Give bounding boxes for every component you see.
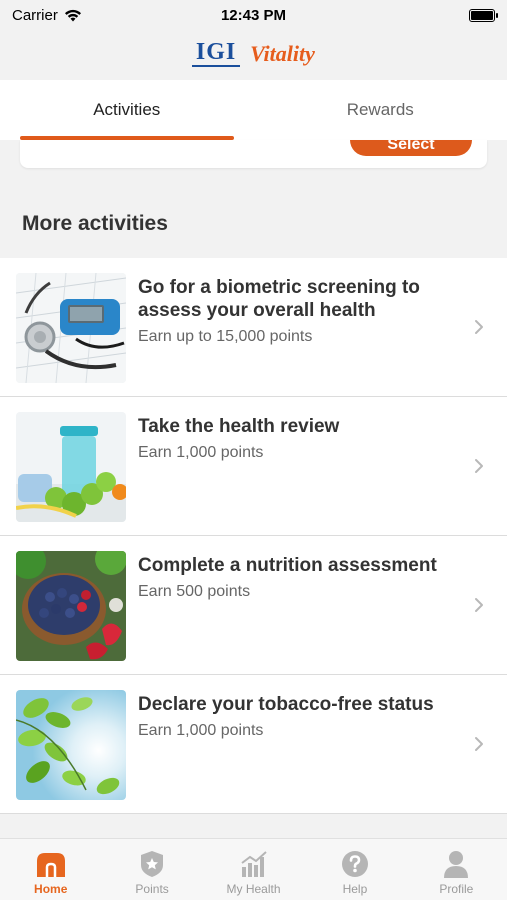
profile-icon <box>439 848 473 880</box>
tab-activities[interactable]: Activities <box>0 80 254 140</box>
bar-chart-icon <box>237 848 271 880</box>
shaker-dumbbells-image <box>16 412 126 522</box>
status-bar: Carrier 12:43 PM <box>0 0 507 30</box>
green-leaves-sun-image <box>16 690 126 800</box>
select-button[interactable]: Select <box>350 140 472 156</box>
activity-item-health-review[interactable]: Take the health review Earn 1,000 points <box>0 397 507 536</box>
carrier-label: Carrier <box>12 6 58 24</box>
vitality-logo: Vitality <box>250 41 315 66</box>
nav-profile[interactable]: Profile <box>406 839 507 900</box>
activity-item-tobacco-free[interactable]: Declare your tobacco-free status Earn 1,… <box>0 675 507 814</box>
points-badge-icon <box>135 848 169 880</box>
activity-points: Earn up to 15,000 points <box>138 328 313 345</box>
featured-activity-card: Select <box>20 140 487 168</box>
brand-header: IGI Vitality <box>0 30 507 78</box>
igi-logo-underline <box>192 65 241 67</box>
select-button-label: Select <box>387 140 435 153</box>
battery-icon <box>469 8 498 22</box>
activity-item-biometric-screening[interactable]: Go for a biometric screening to assess y… <box>0 258 507 397</box>
chevron-right-icon <box>475 598 483 612</box>
activity-title: Complete a nutrition assessment <box>138 555 437 576</box>
chevron-right-icon <box>475 320 483 334</box>
glucometer-stethoscope-image <box>16 273 126 383</box>
section-title: More activities <box>22 212 168 235</box>
nav-home-label: Home <box>34 882 68 896</box>
igi-logo-text: IGI <box>195 39 237 65</box>
chevron-right-icon <box>475 737 483 751</box>
nav-help-label: Help <box>342 882 368 896</box>
help-icon <box>338 848 372 880</box>
nav-points-label: Points <box>135 882 169 896</box>
bottom-tab-bar: Home Points My Health Help Profile <box>0 838 507 900</box>
igi-logo: IGI <box>192 39 241 67</box>
activity-text: Go for a biometric screening to assess y… <box>138 276 448 346</box>
tab-rewards[interactable]: Rewards <box>254 80 507 140</box>
activity-text: Declare your tobacco-free status Earn 1,… <box>138 693 448 740</box>
nav-home[interactable]: Home <box>0 839 101 900</box>
activity-text: Take the health review Earn 1,000 points <box>138 415 448 462</box>
nav-points[interactable]: Points <box>101 839 202 900</box>
nav-my-health[interactable]: My Health <box>203 839 304 900</box>
activity-list: Go for a biometric screening to assess y… <box>0 258 507 814</box>
activity-title: Take the health review <box>138 416 340 437</box>
chevron-right-icon <box>475 459 483 473</box>
activity-item-nutrition-assessment[interactable]: Complete a nutrition assessment Earn 500… <box>0 536 507 675</box>
top-tabs: Activities Rewards <box>0 80 507 140</box>
activity-points: Earn 1,000 points <box>138 444 264 461</box>
berries-bowl-image <box>16 551 126 661</box>
tab-rewards-label: Rewards <box>346 100 414 119</box>
activity-points: Earn 1,000 points <box>138 722 264 739</box>
tab-activities-label: Activities <box>93 100 161 119</box>
nav-help[interactable]: Help <box>304 839 405 900</box>
activity-title: Declare your tobacco-free status <box>138 694 434 715</box>
home-icon <box>34 848 68 880</box>
activity-points: Earn 500 points <box>138 583 251 600</box>
wifi-icon <box>64 9 81 21</box>
nav-profile-label: Profile <box>439 882 474 896</box>
activity-text: Complete a nutrition assessment Earn 500… <box>138 554 448 601</box>
status-left: Carrier <box>12 7 82 24</box>
nav-my-health-label: My Health <box>226 882 281 896</box>
activity-title: Go for a biometric screening to assess y… <box>138 277 420 321</box>
